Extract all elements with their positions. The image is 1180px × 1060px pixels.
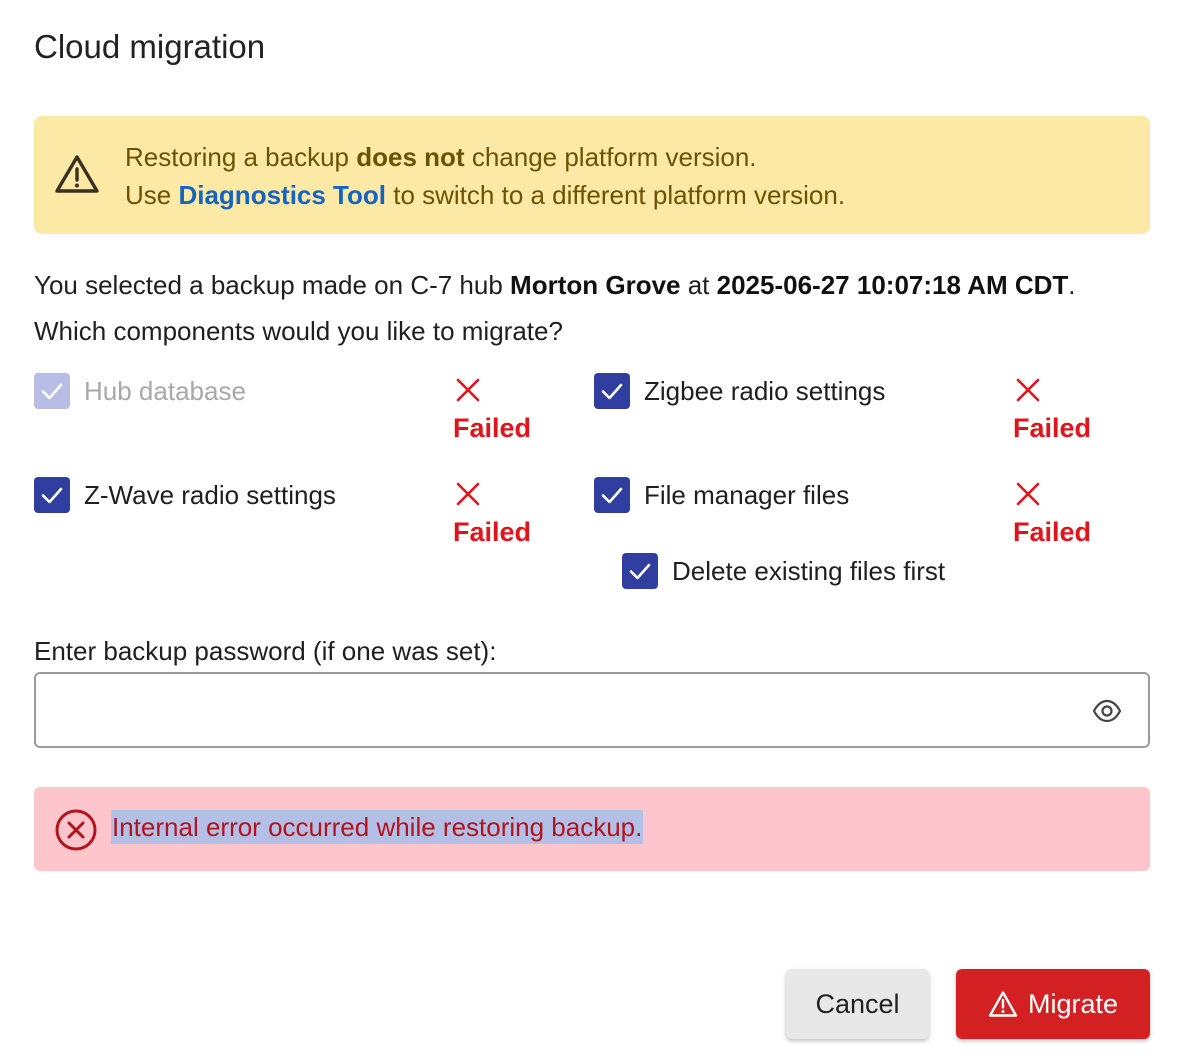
- intro-period: .: [1068, 270, 1076, 300]
- checkmark-icon: [601, 383, 623, 400]
- eye-icon[interactable]: [1092, 698, 1122, 724]
- hub-name: Morton Grove: [510, 270, 681, 300]
- delete-files-checkbox[interactable]: [622, 553, 658, 589]
- cancel-button-label: Cancel: [815, 988, 900, 1019]
- dialog-title: Cloud migration: [34, 28, 266, 65]
- password-field-container: [34, 672, 1150, 748]
- hub-database-status: Failed: [453, 377, 543, 444]
- hub-database-status-text: Failed: [453, 413, 532, 443]
- zwave-status: Failed: [453, 481, 543, 548]
- zigbee-option: Zigbee radio settings: [594, 373, 885, 409]
- warning-line1-text: Restoring a backup: [125, 142, 357, 172]
- warning-line1-end: change platform version.: [464, 142, 757, 172]
- hub-database-option: Hub database: [34, 373, 246, 409]
- backup-description: You selected a backup made on C-7 hub Mo…: [34, 262, 1076, 354]
- zwave-status-text: Failed: [453, 517, 532, 547]
- platform-version-warning: Restoring a backup does not change platf…: [34, 116, 1150, 234]
- components-question: Which components would you like to migra…: [34, 316, 563, 346]
- error-message: Internal error occurred while restoring …: [111, 810, 644, 844]
- error-circle-icon: [55, 809, 97, 851]
- cloud-migration-dialog: Cloud migration Restoring a backup does …: [0, 0, 1180, 1060]
- warning-emphasis: does not: [356, 142, 465, 172]
- delete-files-option: Delete existing files first: [622, 553, 945, 589]
- migrate-button[interactable]: Migrate: [956, 969, 1150, 1039]
- zigbee-checkbox[interactable]: [594, 373, 630, 409]
- checkmark-icon: [629, 563, 651, 580]
- checkmark-icon: [41, 383, 63, 400]
- fail-x-icon: [1016, 378, 1040, 402]
- files-status: Failed: [1013, 481, 1103, 548]
- delete-files-label: Delete existing files first: [672, 555, 946, 586]
- zigbee-status-text: Failed: [1013, 413, 1092, 443]
- password-input[interactable]: [50, 684, 1074, 738]
- warning-line2-end: to switch to a different platform versio…: [386, 180, 846, 210]
- migrate-button-label: Migrate: [1027, 988, 1119, 1019]
- warning-triangle-icon: [55, 155, 99, 193]
- intro-connector: at: [680, 270, 717, 300]
- checkmark-icon: [41, 487, 63, 504]
- fail-x-icon: [456, 482, 480, 506]
- warning-line2-text: Use: [125, 180, 179, 210]
- hub-database-checkbox[interactable]: [34, 373, 70, 409]
- password-label: Enter backup password (if one was set):: [34, 636, 497, 666]
- warning-message: Restoring a backup does not change platf…: [125, 138, 845, 214]
- files-label: File manager files: [644, 479, 850, 510]
- files-checkbox[interactable]: [594, 477, 630, 513]
- zigbee-status: Failed: [1013, 377, 1103, 444]
- fail-x-icon: [1016, 482, 1040, 506]
- checkmark-icon: [601, 487, 623, 504]
- zwave-checkbox[interactable]: [34, 477, 70, 513]
- zigbee-label: Zigbee radio settings: [644, 375, 886, 406]
- files-status-text: Failed: [1013, 517, 1092, 547]
- diagnostics-tool-link[interactable]: Diagnostics Tool: [178, 180, 386, 210]
- error-alert: Internal error occurred while restoring …: [34, 787, 1150, 871]
- intro-text: You selected a backup made on C-7 hub: [34, 270, 511, 300]
- backup-timestamp: 2025-06-27 10:07:18 AM CDT: [716, 270, 1069, 300]
- fail-x-icon: [456, 378, 480, 402]
- files-option: File manager files: [594, 477, 849, 513]
- warning-triangle-icon: [988, 991, 1018, 1017]
- hub-database-label: Hub database: [84, 375, 246, 406]
- zwave-option: Z-Wave radio settings: [34, 477, 336, 513]
- zwave-label: Z-Wave radio settings: [84, 479, 336, 510]
- cancel-button[interactable]: Cancel: [786, 969, 929, 1039]
